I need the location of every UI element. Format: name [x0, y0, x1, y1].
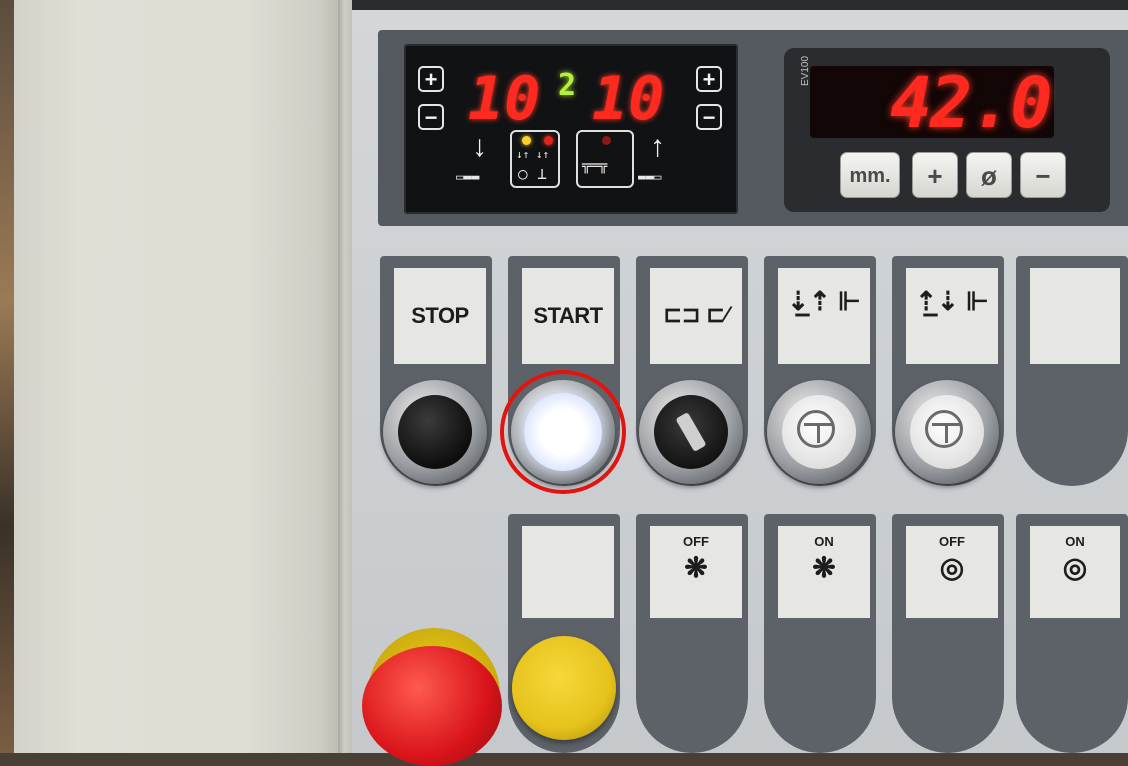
right-plus-button[interactable]: + [696, 66, 722, 92]
stop-button[interactable] [398, 395, 472, 469]
stop-label: STOP [394, 268, 486, 364]
left-plus-button[interactable]: + [418, 66, 444, 92]
right-display: 10 [592, 64, 665, 134]
direction-arrows-icon: ↓↑ ↓↑ [516, 148, 550, 161]
led-off [602, 136, 611, 145]
panel-top-edge [352, 0, 1128, 10]
start-label: START [522, 268, 614, 364]
t-symbol-stem [945, 423, 948, 443]
close-clamp-button[interactable] [782, 395, 856, 469]
counter-model-label: EV100 [800, 55, 811, 86]
left-minus-button[interactable]: − [418, 104, 444, 130]
clamp-icon: ╦═╦ [582, 158, 608, 174]
cabinet-door [14, 0, 344, 753]
open-clamp-label: ⇡̲⇣ ⊩ [906, 268, 998, 364]
counter-display-value: 42.0 [890, 62, 1053, 144]
left-display: 10 [468, 64, 541, 134]
key-switch[interactable] [654, 395, 728, 469]
belt-right-icon: ▬▬▭ [638, 170, 662, 185]
fan-off-text: OFF [683, 534, 709, 549]
key-switch-icon [675, 412, 707, 452]
mode-icon-box-left: ↓↑ ↓↑ ○ ⊥ [510, 130, 560, 188]
right-minus-button[interactable]: − [696, 104, 722, 130]
start-label-text: START [533, 303, 603, 328]
brush-off-text: OFF [939, 534, 965, 549]
brush-icon: ◎ [939, 552, 965, 583]
mode-icon-box-right: ╦═╦ [576, 130, 634, 188]
counter-zero-button[interactable]: ø [966, 152, 1012, 198]
fan-on-text: ON [814, 534, 834, 549]
counter-mm-button[interactable]: mm. [840, 152, 900, 198]
fan-icon: ❋ [812, 552, 836, 583]
left-display-value: 10 [468, 64, 541, 134]
switch-mode-label: ⊏⊐ ⊏⁄ [650, 268, 742, 364]
close-clamp-label: ⇣̲⇡ ⊩ [778, 268, 870, 364]
emergency-stop-button[interactable] [362, 646, 502, 766]
arrows-out-gauge-icon: ⇡̲⇣ ⊩ [915, 286, 989, 316]
arrow-down-icon: ↓ [472, 130, 487, 163]
stop-label-text: STOP [411, 303, 469, 328]
t-symbol-icon [797, 410, 835, 448]
center-display-value: 2 [558, 68, 577, 103]
led-yellow [522, 136, 531, 145]
counter-plus-button[interactable]: + [912, 152, 958, 198]
fan-off-label: OFF ❋ [650, 526, 742, 618]
t-symbol-icon [925, 410, 963, 448]
brush-on-label: ON ◎ [1030, 526, 1120, 618]
timer-controller: + − 10 2 10 + − ↓ ▭▬▬ ↓↑ ↓↑ ○ ⊥ ╦═╦ ↑ ▬▬… [404, 44, 738, 214]
switch-open-closed-icon: ⊏⊐ ⊏⁄ [663, 302, 729, 327]
reset-label [522, 526, 614, 618]
led-red [544, 136, 553, 145]
arrows-in-gauge-icon: ⇣̲⇡ ⊩ [787, 286, 861, 316]
brush-icon: ◎ [1062, 552, 1088, 583]
start-highlight-ring [500, 370, 626, 494]
reset-button[interactable] [512, 636, 616, 740]
brush-on-text: ON [1065, 534, 1085, 549]
brush-off-label: OFF ◎ [906, 526, 998, 618]
counter-minus-button[interactable]: − [1020, 152, 1066, 198]
t-symbol-stem [817, 423, 820, 443]
open-clamp-button[interactable] [910, 395, 984, 469]
sensor-icon: ○ ⊥ [518, 164, 547, 183]
fan-icon: ❋ [684, 552, 708, 583]
fan-on-label: ON ❋ [778, 526, 870, 618]
arrow-up-icon: ↑ [650, 130, 665, 163]
empty-label [1030, 268, 1120, 364]
right-display-value: 10 [592, 64, 665, 134]
belt-left-icon: ▭▬▬ [456, 170, 480, 185]
